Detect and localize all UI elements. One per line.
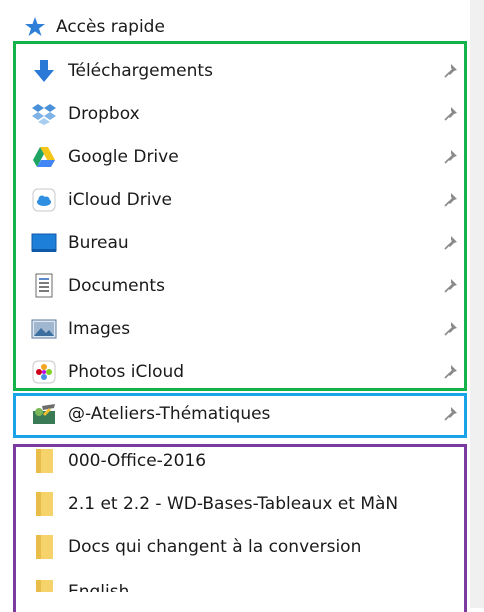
quick-access-title: Accès rapide xyxy=(56,17,165,37)
nav-item-label: iCloud Drive xyxy=(68,190,173,210)
pin-icon[interactable] xyxy=(442,320,460,338)
pin-icon[interactable] xyxy=(442,105,460,123)
folder-icon xyxy=(30,578,58,592)
folder-item-docs-conversion[interactable]: Docs qui changent à la conversion xyxy=(30,529,470,565)
vertical-scrollbar[interactable] xyxy=(470,0,484,608)
quick-access-header[interactable]: Accès rapide xyxy=(22,12,165,42)
nav-item-label: Photos iCloud xyxy=(68,362,185,382)
folder-icon xyxy=(30,447,58,475)
folder-item-wd-bases[interactable]: 2.1 et 2.2 - WD-Bases-Tableaux et MàN xyxy=(30,486,470,522)
nav-item-label: Images xyxy=(68,319,131,339)
nav-item-label: Google Drive xyxy=(68,147,179,167)
nav-item-label: Bureau xyxy=(68,233,129,253)
download-arrow-icon xyxy=(30,57,58,85)
nav-item-documents[interactable]: Documents xyxy=(30,268,470,304)
documents-icon xyxy=(30,272,58,300)
folder-item-office-2016[interactable]: 000-Office-2016 xyxy=(30,443,470,479)
pin-star-icon xyxy=(22,14,48,40)
pin-icon[interactable] xyxy=(442,148,460,166)
pictures-icon xyxy=(30,315,58,343)
dropbox-icon xyxy=(30,100,58,128)
pin-icon[interactable] xyxy=(442,191,460,209)
folder-label: 000-Office-2016 xyxy=(68,451,207,471)
nav-item-telechargements[interactable]: Téléchargements xyxy=(30,53,470,89)
nav-item-dropbox[interactable]: Dropbox xyxy=(30,96,470,132)
folder-icon xyxy=(30,533,58,561)
pin-icon[interactable] xyxy=(442,62,460,80)
google-drive-icon xyxy=(30,143,58,171)
folder-label: English xyxy=(68,582,130,592)
desktop-icon xyxy=(30,229,58,257)
icloud-drive-icon xyxy=(30,186,58,214)
pin-icon[interactable] xyxy=(442,363,460,381)
nav-item-images[interactable]: Images xyxy=(30,311,470,347)
nav-item-label: Documents xyxy=(68,276,165,296)
workshop-folder-icon xyxy=(30,400,58,428)
nav-item-label: Dropbox xyxy=(68,104,140,124)
folder-label: 2.1 et 2.2 - WD-Bases-Tableaux et MàN xyxy=(68,494,399,514)
folder-item-english[interactable]: English xyxy=(30,574,470,592)
pin-icon[interactable] xyxy=(442,277,460,295)
nav-item-photos-icloud[interactable]: Photos iCloud xyxy=(30,354,470,390)
folder-item-english-clip: English xyxy=(30,574,470,592)
pin-icon[interactable] xyxy=(442,234,460,252)
nav-item-icloud-drive[interactable]: iCloud Drive xyxy=(30,182,470,218)
nav-item-ateliers-thematiques[interactable]: @-Ateliers-Thématiques xyxy=(30,396,470,432)
folder-label: Docs qui changent à la conversion xyxy=(68,537,362,557)
nav-item-google-drive[interactable]: Google Drive xyxy=(30,139,470,175)
nav-item-bureau[interactable]: Bureau xyxy=(30,225,470,261)
folder-icon xyxy=(30,490,58,518)
nav-item-label: Téléchargements xyxy=(68,61,213,81)
pin-icon[interactable] xyxy=(442,405,460,423)
photos-icloud-icon xyxy=(30,358,58,386)
nav-item-label: @-Ateliers-Thématiques xyxy=(68,404,271,424)
